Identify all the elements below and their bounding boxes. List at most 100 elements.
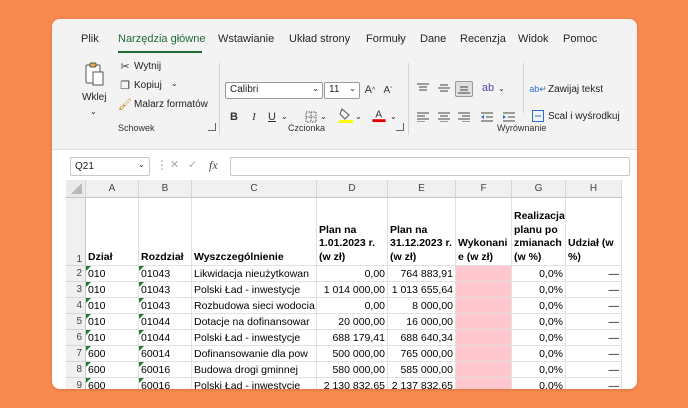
cell-f[interactable] <box>456 266 512 282</box>
format-painter-icon[interactable]: 🖌 <box>118 97 132 111</box>
shrink-font-icon[interactable]: Aˇ <box>381 83 395 97</box>
row-header[interactable]: 5 <box>66 314 86 330</box>
row-header[interactable]: 9 <box>66 378 86 389</box>
cell-a[interactable]: 010 <box>86 282 139 298</box>
error-indicator-icon[interactable] <box>86 330 91 335</box>
error-indicator-icon[interactable] <box>139 314 144 319</box>
error-indicator-icon[interactable] <box>139 346 144 351</box>
cell-f[interactable] <box>456 330 512 346</box>
paste-icon[interactable] <box>82 60 106 88</box>
cell-e[interactable]: 688 640,34 <box>388 330 456 346</box>
fill-color-dropdown-icon[interactable]: ⌄ <box>355 112 362 121</box>
tab-plik[interactable]: Plik <box>81 33 99 45</box>
cell-g[interactable]: 0,0% <box>512 282 566 298</box>
tab-formuly[interactable]: Formuły <box>366 33 406 45</box>
cell-d[interactable]: 0,00 <box>317 298 388 314</box>
error-indicator-icon[interactable] <box>86 362 91 367</box>
cell-f[interactable] <box>456 378 512 389</box>
cell-e[interactable]: 764 883,91 <box>388 266 456 282</box>
align-left-icon[interactable] <box>416 110 430 124</box>
wrap-text-button[interactable]: Zawijaj tekst <box>548 84 603 95</box>
font-launcher-icon[interactable] <box>396 123 404 131</box>
cell-g[interactable]: 0,0% <box>512 298 566 314</box>
cell-d[interactable]: 500 000,00 <box>317 346 388 362</box>
error-indicator-icon[interactable] <box>139 378 144 383</box>
tab-narzedzia-glowne[interactable]: Narzędzia główne <box>118 33 205 45</box>
cell-h[interactable]: — <box>566 378 622 389</box>
cell-f[interactable] <box>456 314 512 330</box>
header-cell-plan-end[interactable]: Plan na 31.12.2023 r. (w zł) <box>388 198 456 266</box>
decrease-indent-icon[interactable] <box>480 110 494 124</box>
cell-d[interactable]: 1 014 000,00 <box>317 282 388 298</box>
clipboard-launcher-icon[interactable] <box>208 123 216 131</box>
row-header[interactable]: 3 <box>66 282 86 298</box>
font-size-select[interactable]: 11 ⌄ <box>324 82 360 99</box>
error-indicator-icon[interactable] <box>86 266 91 271</box>
cell-a[interactable]: 010 <box>86 330 139 346</box>
cell-a[interactable]: 600 <box>86 378 139 389</box>
cell-c[interactable]: Dotacje na dofinansowar <box>192 314 317 330</box>
align-middle-icon[interactable] <box>437 81 451 95</box>
column-header-d[interactable]: D <box>317 180 388 198</box>
name-box-dropdown-icon[interactable]: ⌄ <box>138 160 145 169</box>
cell-e[interactable]: 585 000,00 <box>388 362 456 378</box>
cell-a[interactable]: 600 <box>86 346 139 362</box>
underline-button[interactable]: U <box>266 110 278 124</box>
cell-d[interactable]: 2 130 832,65 <box>317 378 388 389</box>
orientation-icon[interactable]: ab <box>481 81 495 95</box>
copy-dropdown-icon[interactable]: ⌄ <box>171 79 178 88</box>
header-cell-plan-start[interactable]: Plan na 1.01.2023 r. (w zł) <box>317 198 388 266</box>
copy-button[interactable]: Kopiuj <box>134 80 162 91</box>
cell-c[interactable]: Polski Ład - inwestycje <box>192 330 317 346</box>
tab-dane[interactable]: Dane <box>420 33 446 45</box>
align-bottom-icon[interactable] <box>455 81 473 97</box>
cell-h[interactable]: — <box>566 282 622 298</box>
cell-c[interactable]: Likwidacja nieużytkowan <box>192 266 317 282</box>
cell-e[interactable]: 1 013 655,64 <box>388 282 456 298</box>
worksheet-grid[interactable]: A B C D E F G H 1 Dział Rozdział Wyszcze… <box>52 180 637 389</box>
row-header[interactable]: 7 <box>66 346 86 362</box>
cell-g[interactable]: 0,0% <box>512 266 566 282</box>
underline-dropdown-icon[interactable]: ⌄ <box>281 112 288 121</box>
scissors-icon[interactable]: ✂ <box>119 59 131 73</box>
align-top-icon[interactable] <box>416 81 430 95</box>
cell-c[interactable]: Dofinansowanie dla pow <box>192 346 317 362</box>
row-header[interactable]: 2 <box>66 266 86 282</box>
formula-input[interactable] <box>230 157 630 176</box>
error-indicator-icon[interactable] <box>139 266 144 271</box>
row-header[interactable]: 4 <box>66 298 86 314</box>
cell-a[interactable]: 010 <box>86 298 139 314</box>
error-indicator-icon[interactable] <box>86 378 91 383</box>
cell-d[interactable]: 580 000,00 <box>317 362 388 378</box>
row-header[interactable]: 6 <box>66 330 86 346</box>
cell-g[interactable]: 0,0% <box>512 314 566 330</box>
cell-e[interactable]: 8 000,00 <box>388 298 456 314</box>
enter-icon[interactable]: ✓ <box>188 158 197 171</box>
cell-h[interactable]: — <box>566 298 622 314</box>
italic-button[interactable]: I <box>248 110 260 124</box>
error-indicator-icon[interactable] <box>86 298 91 303</box>
cut-button[interactable]: Wytnij <box>134 61 161 72</box>
cell-e[interactable]: 2 137 832,65 <box>388 378 456 389</box>
cell-d[interactable]: 0,00 <box>317 266 388 282</box>
cell-h[interactable]: — <box>566 314 622 330</box>
insert-function-icon[interactable]: fx <box>209 158 218 173</box>
cell-f[interactable] <box>456 346 512 362</box>
cell-a[interactable]: 600 <box>86 362 139 378</box>
cell-g[interactable]: 0,0% <box>512 330 566 346</box>
align-center-icon[interactable] <box>437 110 451 124</box>
font-color-icon[interactable]: A <box>372 107 386 123</box>
cell-h[interactable]: — <box>566 346 622 362</box>
tab-wstawianie[interactable]: Wstawianie <box>218 33 274 45</box>
cell-c[interactable]: Rozbudowa sieci wodocia <box>192 298 317 314</box>
wrap-text-icon[interactable]: ab↵ <box>529 82 547 96</box>
cell-a[interactable]: 010 <box>86 314 139 330</box>
cell-h[interactable]: — <box>566 330 622 346</box>
column-header-b[interactable]: B <box>139 180 192 198</box>
cell-c[interactable]: Polski Ład - inwestycje <box>192 282 317 298</box>
column-header-f[interactable]: F <box>456 180 512 198</box>
header-cell-wyszczegolnienie[interactable]: Wyszczególnienie <box>192 198 317 266</box>
cell-d[interactable]: 20 000,00 <box>317 314 388 330</box>
column-header-g[interactable]: G <box>512 180 566 198</box>
row-header[interactable]: 8 <box>66 362 86 378</box>
